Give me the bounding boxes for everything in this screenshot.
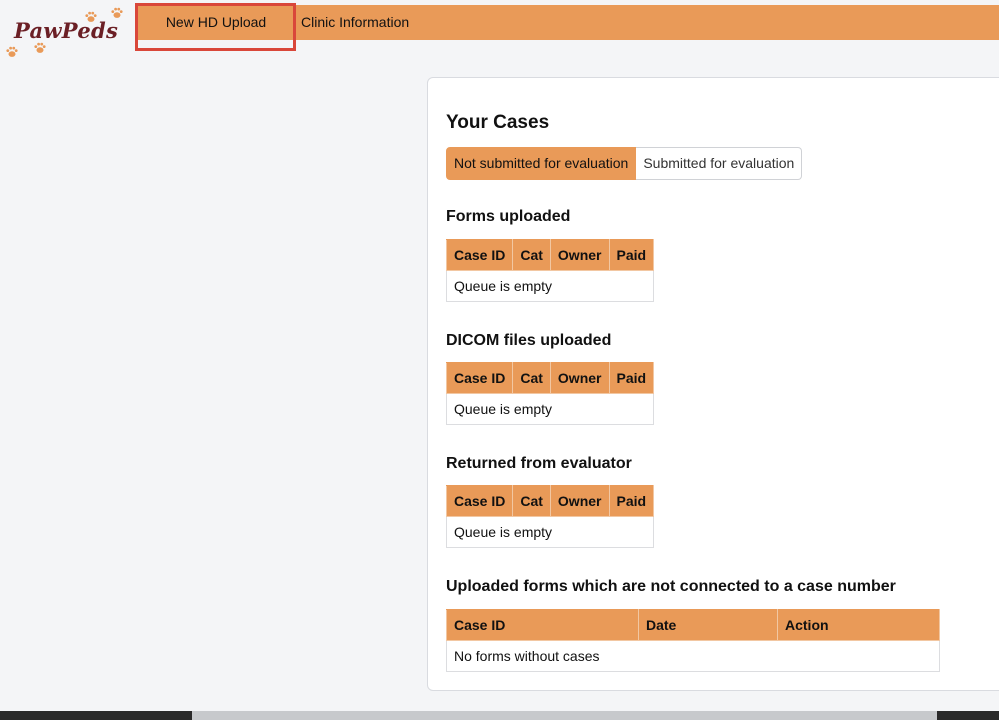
paw-print-icon	[84, 10, 98, 24]
column-header[interactable]: Owner	[549, 239, 610, 271]
returned-cases-table: Case ID Cat Owner Paid Queue is empty	[445, 485, 655, 548]
column-header[interactable]: Cat	[512, 362, 551, 394]
column-header[interactable]: Owner	[549, 362, 610, 394]
case-status-tabs: Not submitted for evaluation Submitted f…	[446, 147, 803, 180]
column-header[interactable]: Paid	[608, 362, 655, 394]
column-header[interactable]: Case ID	[445, 485, 514, 517]
column-header[interactable]: Cat	[512, 485, 551, 517]
page-title: Your Cases	[446, 112, 550, 133]
column-header[interactable]: Case ID	[445, 239, 514, 271]
cases-card: Your Cases Not submitted for evaluation …	[427, 77, 999, 691]
section-title-unconnected-forms: Uploaded forms which are not connected t…	[446, 578, 896, 595]
empty-queue-message: Queue is empty	[445, 270, 655, 302]
column-header[interactable]: Owner	[549, 485, 610, 517]
table-row: Queue is empty	[445, 270, 655, 302]
bottom-edge-strip-light	[192, 711, 937, 720]
table-header-row: Case ID Cat Owner Paid	[445, 239, 655, 271]
table-row: Queue is empty	[445, 516, 655, 548]
table-header-row: Case ID Cat Owner Paid	[445, 362, 655, 394]
paw-print-icon	[110, 6, 124, 20]
column-header[interactable]: Paid	[608, 239, 655, 271]
paw-print-icon	[5, 45, 19, 59]
column-header[interactable]: Case ID	[445, 362, 514, 394]
column-header[interactable]: Action	[777, 609, 940, 641]
column-header[interactable]: Case ID	[446, 609, 639, 641]
pawpeds-logo[interactable]: PawPeds	[0, 0, 135, 62]
column-header[interactable]: Cat	[512, 239, 551, 271]
section-title-forms-uploaded: Forms uploaded	[446, 208, 571, 225]
table-header-row: Case ID Date Action	[446, 609, 940, 641]
tab-not-submitted[interactable]: Not submitted for evaluation	[446, 147, 637, 180]
empty-queue-message: Queue is empty	[445, 516, 655, 548]
empty-queue-message: Queue is empty	[445, 393, 655, 425]
nav-clinic-information[interactable]: Clinic Information	[301, 5, 409, 40]
tab-submitted[interactable]: Submitted for evaluation	[636, 147, 803, 180]
unconnected-forms-table: Case ID Date Action No forms without cas…	[446, 609, 940, 672]
column-header[interactable]: Paid	[608, 485, 655, 517]
section-title-dicom-files-uploaded: DICOM files uploaded	[446, 332, 612, 349]
table-row: No forms without cases	[446, 640, 940, 672]
section-title-returned-from-evaluator: Returned from evaluator	[446, 455, 632, 472]
dicom-files-table: Case ID Cat Owner Paid Queue is empty	[445, 362, 655, 425]
paw-print-icon	[33, 41, 47, 55]
nav-new-hd-upload[interactable]: New HD Upload	[141, 5, 291, 40]
column-header[interactable]: Date	[638, 609, 778, 641]
forms-uploaded-table: Case ID Cat Owner Paid Queue is empty	[445, 239, 655, 302]
table-header-row: Case ID Cat Owner Paid	[445, 485, 655, 517]
table-row: Queue is empty	[445, 393, 655, 425]
empty-forms-message: No forms without cases	[446, 640, 940, 672]
bottom-edge-strip	[0, 711, 999, 720]
logo-text: PawPeds	[14, 18, 119, 43]
